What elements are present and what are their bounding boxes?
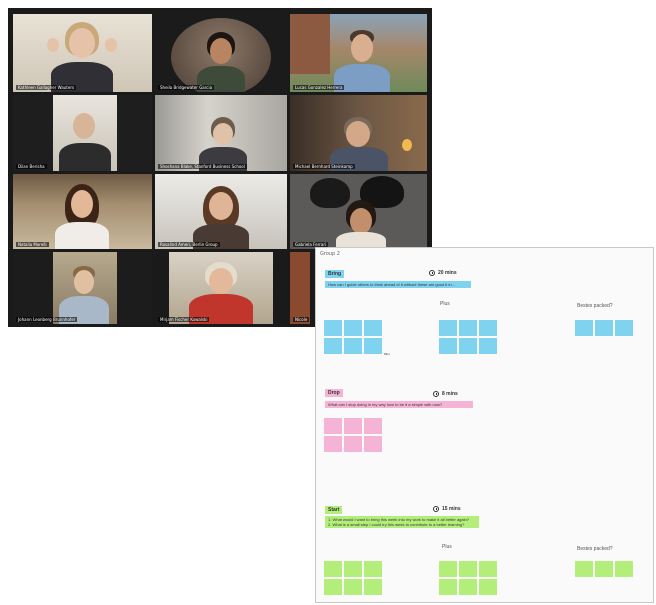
sticky-note[interactable] [344,436,362,452]
participant-tile[interactable]: Rosalind Ameri, Berlin Group [155,174,287,249]
sticky-note[interactable] [439,561,457,577]
participant-tile[interactable]: Nicole [290,252,310,324]
sticky-note[interactable] [439,338,457,354]
sticky-note[interactable] [344,579,362,595]
timer-bring: 20 mins [429,270,457,276]
column-label-right: Bestes packed? [577,303,613,309]
sticky-note[interactable] [364,579,382,595]
participant-name: Mirjam Fischer Kowalski [158,317,210,322]
participant-name: Sheila Bridgewater Garcia [158,85,215,90]
sticky-note[interactable] [324,418,342,434]
sticky-note[interactable] [575,561,593,577]
timer-label: 15 mins [442,506,461,512]
sticky-note[interactable] [324,338,342,354]
participant-tile[interactable]: Michael Bernhard Steinkamp [290,95,427,171]
sticky-note-grid [324,561,382,595]
prompt-start: 1. What would I want to bring this week … [325,516,479,528]
clock-icon [429,270,435,276]
timer-start: 15 mins [433,506,461,512]
participant-name: Michael Bernhard Steinkamp [293,164,355,169]
sticky-note[interactable] [324,436,342,452]
sticky-note[interactable] [364,320,382,336]
whiteboard[interactable]: Group 2 Bring 20 mins How can I guide ot… [315,247,654,603]
sticky-note[interactable] [344,561,362,577]
small-note-mark: Mini [384,352,390,356]
participant-name: Rosalind Ameri, Berlin Group [158,242,220,247]
sticky-note-grid [324,320,382,354]
sticky-note-grid [439,561,497,595]
sticky-note[interactable] [459,338,477,354]
clock-icon [433,506,439,512]
participant-name: Kathleen Gallagher Wauters [16,85,77,90]
column-label-right: Bestes packed? [577,546,613,552]
sticky-note[interactable] [364,338,382,354]
sticky-note[interactable] [479,579,497,595]
section-tag-bring: Bring [325,270,345,278]
clock-icon [433,391,439,397]
sticky-note-grid [575,561,633,577]
sticky-note[interactable] [615,561,633,577]
participant-tile[interactable]: Shoshana Blake, Stanford Business School [155,95,287,171]
participant-name: Nicole [293,317,310,322]
participant-name: Natalia Morelli [16,242,49,247]
participant-tile[interactable]: Johann Leonberg Brunnhofer [13,252,152,324]
participant-name: Johann Leonberg Brunnhofer [16,317,78,322]
sticky-note[interactable] [344,338,362,354]
sticky-note[interactable] [439,579,457,595]
participant-tile[interactable]: Natalia Morelli [13,174,152,249]
prompt-line: 2. What is a small step I could try this… [328,522,465,527]
sticky-note[interactable] [615,320,633,336]
participant-tile[interactable]: Sheila Bridgewater Garcia [155,14,287,92]
participant-name: Dilan Berisha [16,164,47,169]
prompt-bring: How can I guide others to think ahead of… [325,281,471,288]
column-label-plus: Plus [442,544,452,550]
participant-tile[interactable]: Dilan Berisha [13,95,152,171]
board-title: Group 2 [320,251,340,257]
sticky-note[interactable] [364,561,382,577]
sticky-note-grid [575,320,633,336]
section-tag-start: Start [325,506,343,514]
sticky-note[interactable] [479,338,497,354]
timer-label: 8 mins [442,391,458,397]
sticky-note[interactable] [479,561,497,577]
sticky-note[interactable] [459,579,477,595]
section-tag-drop: Drop [325,389,343,397]
sticky-note[interactable] [364,436,382,452]
participant-name: Shoshana Blake, Stanford Business School [158,164,247,169]
sticky-note[interactable] [324,561,342,577]
sticky-note-grid [324,418,382,452]
sticky-note[interactable] [364,418,382,434]
participant-tile[interactable]: Lucas Gonzalez Herrera [290,14,427,92]
sticky-note[interactable] [575,320,593,336]
sticky-note[interactable] [595,561,613,577]
column-label-plus: Plus [440,301,450,307]
sticky-note[interactable] [459,320,477,336]
timer-label: 20 mins [438,270,457,276]
sticky-note[interactable] [479,320,497,336]
sticky-note[interactable] [324,579,342,595]
sticky-note[interactable] [459,561,477,577]
sticky-note-grid [439,320,497,354]
sticky-note[interactable] [344,418,362,434]
participant-tile[interactable]: Mirjam Fischer Kowalski [155,252,287,324]
timer-drop: 8 mins [433,391,458,397]
sticky-note[interactable] [324,320,342,336]
sticky-note[interactable] [344,320,362,336]
prompt-drop: What can I stop doing in my way how to b… [325,401,473,408]
participant-tile[interactable]: Kathleen Gallagher Wauters [13,14,152,92]
participant-tile[interactable]: Gabriela Ferrari [290,174,427,249]
participant-name: Lucas Gonzalez Herrera [293,85,345,90]
sticky-note[interactable] [595,320,613,336]
sticky-note[interactable] [439,320,457,336]
